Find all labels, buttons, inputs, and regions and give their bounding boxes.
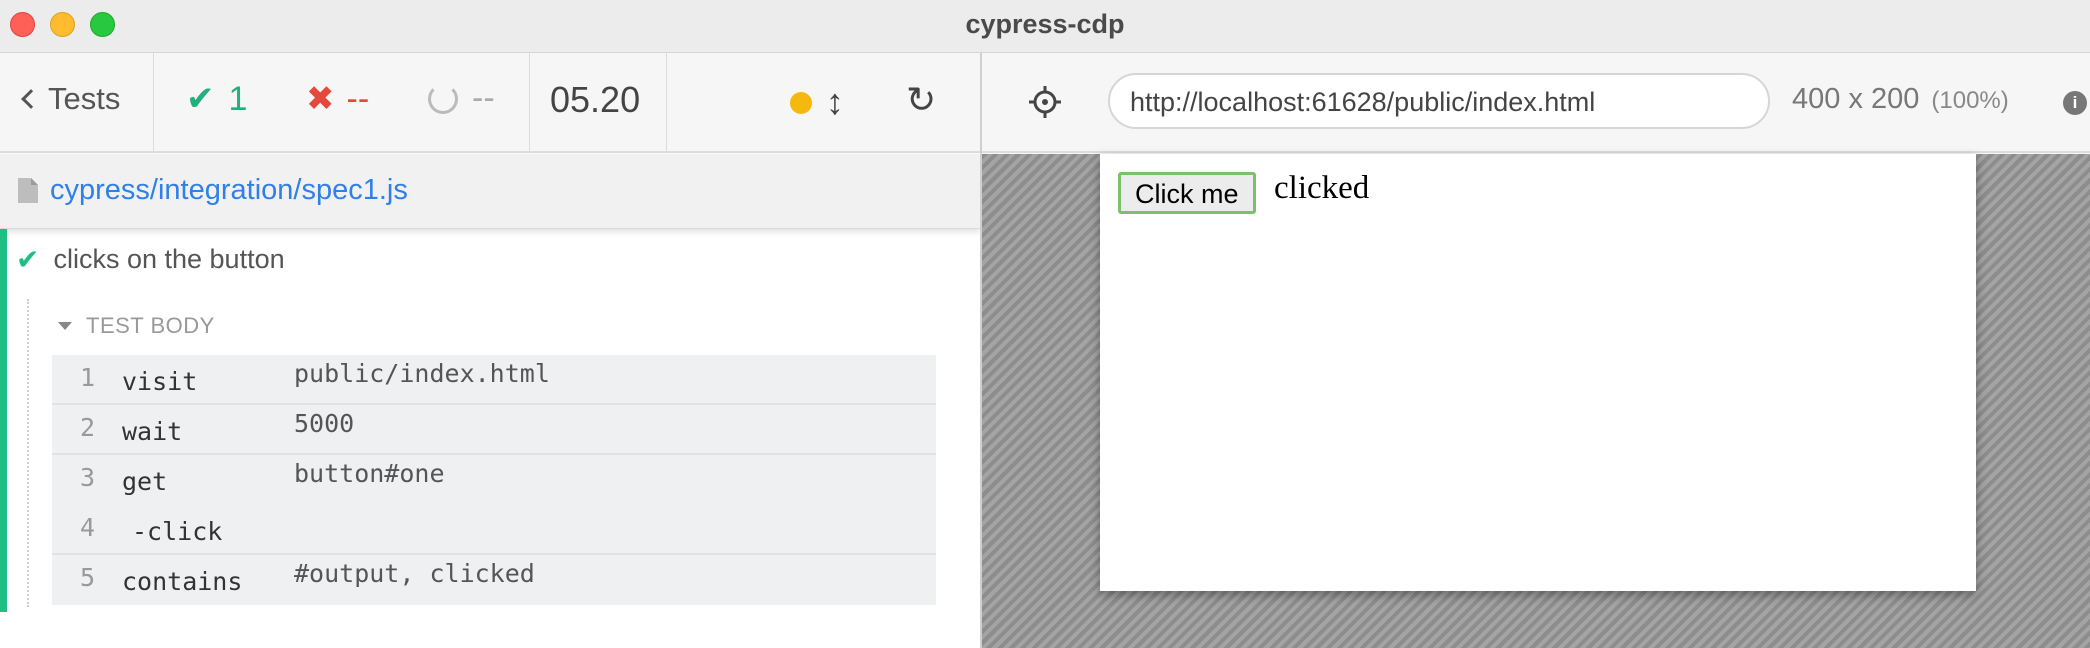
command-name: wait — [122, 417, 183, 446]
command-name: get — [122, 467, 168, 496]
command-row[interactable]: 4 -click — [52, 505, 936, 555]
viewport-dimensions: 400 x 200 — [1792, 83, 1920, 115]
command-message: #output, clicked — [294, 559, 535, 588]
command-number: 5 — [80, 563, 96, 592]
caret-down-icon — [58, 322, 72, 330]
viewport-scale: (100%) — [1931, 87, 2009, 114]
output-text: clicked — [1274, 170, 1370, 206]
command-log: 1 visit public/index.html 2 wait 5000 3 … — [52, 355, 936, 605]
aut-header: http://localhost:61628/public/index.html… — [982, 53, 2090, 153]
divider — [666, 53, 667, 153]
hook-indent-line — [27, 299, 29, 607]
rerun-tests-icon[interactable]: ↻ — [906, 79, 936, 121]
running-status-icon — [790, 92, 812, 114]
cross-icon: ✖ — [306, 80, 335, 118]
pending-count: -- — [428, 79, 495, 118]
pending-spinner-icon — [428, 83, 458, 114]
command-name: -click — [132, 517, 223, 546]
reporter-panel: Tests ✔ 1 ✖ -- -- 05.20 ↕ ↻ cypress/inte… — [0, 53, 980, 648]
command-row[interactable]: 2 wait 5000 — [52, 405, 936, 455]
command-number: 2 — [80, 413, 96, 442]
command-number: 3 — [80, 463, 96, 492]
command-message: 5000 — [294, 409, 355, 438]
check-icon: ✔ — [16, 244, 40, 275]
hook-label: TEST BODY — [86, 313, 215, 338]
selector-playground-icon[interactable] — [1028, 85, 1062, 119]
aut-stage: Click me clicked — [982, 154, 2090, 648]
command-name: contains — [122, 567, 243, 596]
chevron-left-icon — [21, 89, 41, 109]
command-number: 4 — [80, 513, 96, 542]
command-message: public/index.html — [294, 359, 550, 388]
command-row[interactable]: 1 visit public/index.html — [52, 355, 936, 405]
title-bar: cypress-cdp — [0, 0, 2090, 53]
test-runnable: ✔ clicks on the button TEST BODY 1 visit… — [0, 229, 980, 648]
aut-iframe: Click me clicked — [1100, 154, 1976, 591]
command-number: 1 — [80, 363, 96, 392]
test-status-bar — [0, 229, 7, 612]
command-row[interactable]: 3 get button#one — [52, 455, 936, 505]
file-icon — [18, 178, 38, 203]
pending-count-value: -- — [472, 79, 495, 117]
failed-count: ✖ -- — [306, 79, 369, 119]
test-body-hook-header[interactable]: TEST BODY — [58, 313, 215, 339]
auto-scroll-toggle-icon[interactable]: ↕ — [826, 81, 844, 123]
test-title-label: clicks on the button — [53, 244, 285, 274]
info-icon[interactable]: i — [2063, 91, 2087, 115]
window-title: cypress-cdp — [965, 9, 1125, 39]
reporter-stats-bar: Tests ✔ 1 ✖ -- -- 05.20 ↕ ↻ — [0, 53, 980, 153]
back-to-tests-label: Tests — [48, 81, 121, 116]
viewport-size: 400 x 200 (100%) — [1792, 83, 2009, 116]
failed-count-value: -- — [346, 79, 370, 118]
app-under-test-panel: http://localhost:61628/public/index.html… — [982, 53, 2090, 648]
check-icon: ✔ — [186, 80, 215, 118]
click-me-button[interactable]: Click me — [1118, 172, 1256, 214]
test-title[interactable]: ✔ clicks on the button — [16, 243, 285, 276]
spec-file-link[interactable]: cypress/integration/spec1.js — [50, 174, 408, 207]
back-to-tests-button[interactable]: Tests — [18, 81, 120, 117]
divider — [529, 53, 530, 153]
passed-count: ✔ 1 — [186, 79, 247, 119]
command-name: visit — [122, 367, 198, 396]
command-row[interactable]: 5 contains #output, clicked — [52, 555, 936, 605]
aut-url-field[interactable]: http://localhost:61628/public/index.html — [1108, 73, 1770, 129]
command-message: button#one — [294, 459, 445, 488]
passed-count-value: 1 — [228, 79, 248, 118]
divider — [153, 53, 154, 153]
spec-file-bar: cypress/integration/spec1.js — [0, 154, 980, 229]
duration-value: 05.20 — [550, 79, 641, 120]
